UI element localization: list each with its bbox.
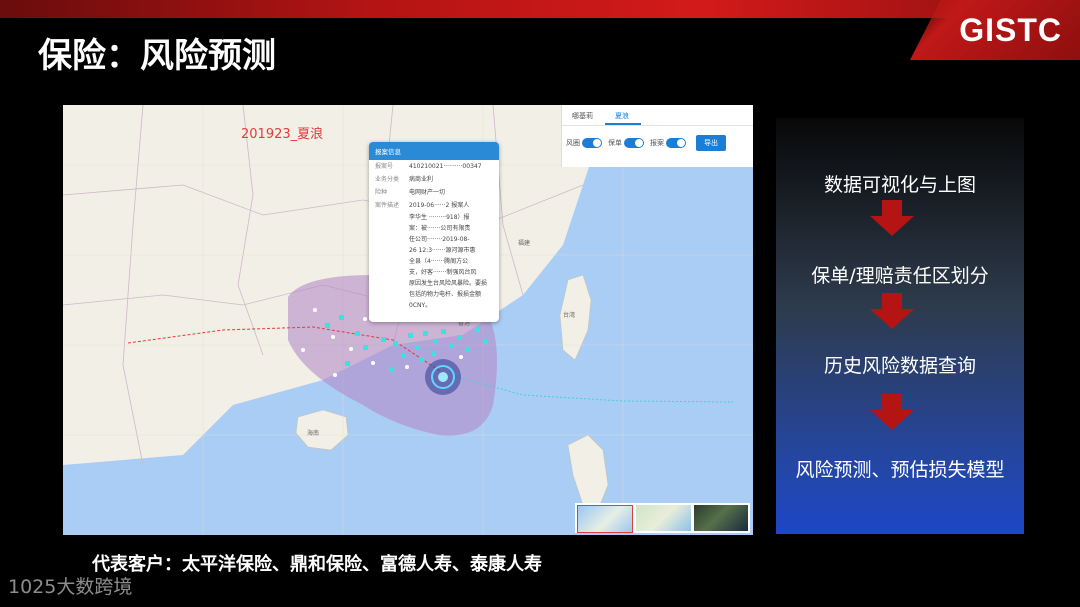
- popup-detail: 李华生 ·········918）报 案：被·······公司有限责 任公司··…: [409, 214, 488, 309]
- process-panel: 数据可视化与上图 保单/理赔责任区划分 历史风险数据查询 风险预测、预估损失模型: [776, 118, 1024, 534]
- toggle-switch-icon[interactable]: [624, 138, 644, 148]
- basemap-thumb-vector[interactable]: [577, 505, 634, 533]
- process-step-3: 历史风险数据查询: [823, 355, 976, 377]
- toggle-policy[interactable]: 保单: [608, 138, 644, 148]
- down-arrow-icon: [870, 293, 914, 329]
- toggle-claims[interactable]: 报案: [650, 138, 686, 148]
- representative-customers: 代表客户：太平洋保险、鼎和保险、富德人寿、泰康人寿: [92, 554, 542, 575]
- tab-typhoon-1[interactable]: 哪基莉: [562, 105, 605, 125]
- toggle-switch-icon[interactable]: [666, 138, 686, 148]
- tab-typhoon-2[interactable]: 夏浪: [605, 105, 641, 125]
- slide-title: 保险：风险预测: [38, 36, 276, 76]
- watermark: 1025大数跨境: [8, 576, 133, 598]
- toggle-switch-icon[interactable]: [582, 138, 602, 148]
- popup-row: 案件描述 2019-06······2 报案人: [375, 202, 470, 209]
- process-step-2: 保单/理赔责任区划分: [811, 265, 989, 287]
- typhoon-icon: [425, 359, 461, 395]
- process-step-4: 风险预测、预估损失模型: [795, 459, 1005, 481]
- popup-row: 业务分类 病商业利: [375, 176, 434, 183]
- basemap-switcher: [575, 503, 750, 533]
- process-step-1: 数据可视化与上图: [823, 174, 976, 196]
- export-button[interactable]: 导出: [696, 135, 726, 151]
- popup-header: 报案信息: [369, 142, 499, 160]
- gistc-logo: GISTC: [959, 12, 1062, 48]
- place-label-hainan: 海南: [307, 429, 319, 437]
- top-red-band: [0, 0, 1080, 18]
- place-label-taiwan: 台湾: [563, 311, 575, 319]
- popup-row: 报案号 410210021··········00347: [375, 163, 482, 170]
- toggle-wind-circle[interactable]: 风圈: [566, 138, 602, 148]
- place-label-fujian: 福建: [518, 239, 530, 247]
- layer-control-panel: 哪基莉 夏浪 风圈 保单 报案 导出: [561, 105, 753, 167]
- typhoon-name-label: 201923_夏浪: [241, 127, 324, 142]
- down-arrow-icon: [870, 394, 914, 430]
- basemap-thumb-terrain[interactable]: [636, 505, 691, 531]
- claim-info-popup[interactable]: 报案信息 报案号 410210021··········00347 业务分类 病商业…: [369, 142, 499, 322]
- typhoon-risk-map[interactable]: 台湾 海南 广东 福建 香港 201923_夏浪 报案信息 报案号4102100…: [63, 105, 753, 535]
- basemap-thumb-satellite[interactable]: [693, 505, 748, 531]
- popup-row: 险种 电网财产一切: [375, 189, 446, 196]
- down-arrow-icon: [870, 200, 914, 236]
